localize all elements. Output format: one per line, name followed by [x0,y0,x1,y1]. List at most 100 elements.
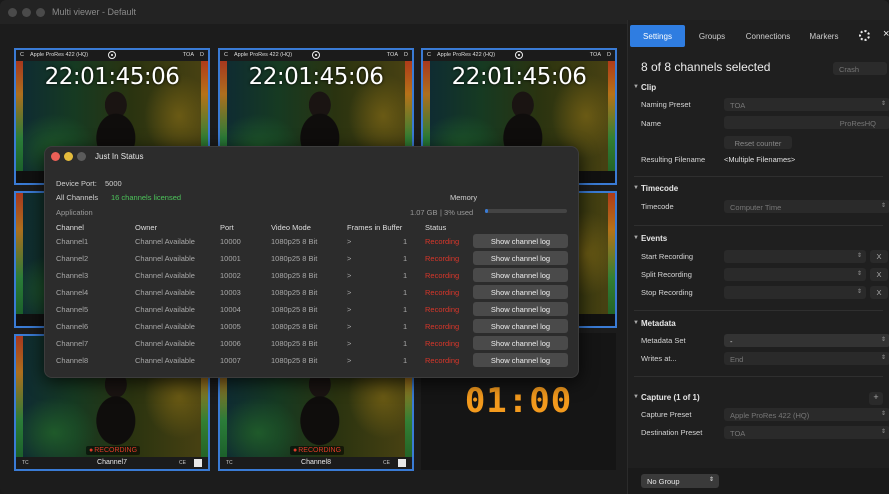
timecode-label: Timecode [641,202,674,211]
chevron-down-icon: ▼ [633,394,639,400]
memory-used: | 3% used [440,208,474,217]
minimize-window-button[interactable] [22,8,31,17]
col-status: Status [425,223,447,232]
start-recording-label: Start Recording [641,252,694,261]
table-row: Channel6 Channel Available 10005 1080p25… [45,318,580,335]
add-capture-button[interactable]: + [869,392,883,405]
show-channel-log-button[interactable]: Show channel log [473,285,568,299]
timecode-overlay: 22:01:45:06 [451,64,587,90]
section-metadata[interactable]: ▼ Metadata [628,319,889,333]
dialog-title-bar: Just In Status [45,147,578,167]
expand-arrow-icon[interactable]: > [347,305,351,314]
timecode-select[interactable]: Computer Time ⇕ [724,200,889,213]
row-port: 10000 [220,237,241,246]
name-field[interactable]: ProResHQ [724,116,889,129]
updown-icon: ⇕ [880,203,886,209]
tab-groups[interactable]: Groups [691,25,733,47]
expand-arrow-icon[interactable]: > [347,288,351,297]
updown-icon: ⇕ [856,289,862,295]
show-channel-log-button[interactable]: Show channel log [473,319,568,333]
row-frames: 1 [403,254,408,263]
expand-arrow-icon[interactable]: > [347,237,351,246]
row-frames: 1 [403,305,408,314]
destination-preset-select[interactable]: TOA ⇕ [724,426,889,439]
recording-badge: RECORDING [86,446,141,455]
tile-format: Apple ProRes 422 (HQ) [234,52,293,58]
capture-preset-select[interactable]: Apple ProRes 422 (HQ) ⇕ [724,408,889,421]
device-port-value: 5000 [105,179,122,188]
expand-arrow-icon[interactable]: > [347,339,351,348]
row-frames: 1 [403,237,408,246]
naming-preset-label: Naming Preset [641,100,691,109]
row-channel: Channel1 [56,237,89,246]
expand-arrow-icon[interactable]: > [347,322,351,331]
clear-split-button[interactable]: X [870,268,888,281]
show-channel-log-button[interactable]: Show channel log [473,336,568,350]
tab-markers[interactable]: Markers [803,25,845,47]
dialog-minimize-button[interactable] [64,152,73,161]
section-timecode[interactable]: ▼ Timecode [628,184,889,198]
writes-at-select[interactable]: End ⇕ [724,352,889,365]
divider [634,225,883,226]
reset-counter-button[interactable]: Reset counter [724,136,792,149]
dialog-close-button[interactable] [51,152,60,161]
updown-icon: ⇕ [880,101,886,107]
memory-value: 1.07 GB [410,208,438,217]
capture-preset-label: Capture Preset [641,410,692,419]
record-icon[interactable] [515,51,523,59]
col-frames: Frames in Buffer [347,223,403,232]
tile-flag: D [607,52,611,58]
row-status: Recording [425,288,460,297]
clear-stop-button[interactable]: X [870,286,888,299]
audio-icon[interactable] [194,459,202,467]
gear-icon[interactable] [859,30,870,41]
memory-bar-fill [485,209,489,213]
tab-settings[interactable]: Settings [630,25,685,47]
show-channel-log-button[interactable]: Show channel log [473,353,568,367]
naming-preset-select[interactable]: TOA ⇕ [724,98,889,111]
expand-arrow-icon[interactable]: > [347,356,351,365]
section-events[interactable]: ▼ Events [628,234,889,248]
audio-icon[interactable] [398,459,406,467]
show-channel-log-button[interactable]: Show channel log [473,302,568,316]
row-frames: 1 [403,271,408,280]
record-icon[interactable] [108,51,116,59]
row-frames: 1 [403,288,408,297]
application-label: Application [56,208,93,217]
split-recording-select[interactable]: ⇕ [724,268,866,281]
expand-arrow-icon[interactable]: > [347,254,351,263]
expand-arrow-icon[interactable]: > [347,271,351,280]
naming-preset-value: TOA [730,101,746,110]
metadata-set-select[interactable]: - ⇕ [724,334,889,347]
group-select[interactable]: No Group ⇕ [641,474,719,488]
table-row: Channel5 Channel Available 10004 1080p25… [45,301,580,318]
show-channel-log-button[interactable]: Show channel log [473,268,568,282]
row-channel: Channel6 [56,322,89,331]
row-frames: 1 [403,322,408,331]
show-channel-log-button[interactable]: Show channel log [473,234,568,248]
start-recording-select[interactable]: ⇕ [724,250,866,263]
clear-start-button[interactable]: X [870,250,888,263]
dialog-zoom-button[interactable] [77,152,86,161]
selection-title: 8 of 8 channels selected [641,60,771,74]
zoom-window-button[interactable] [36,8,45,17]
status-dialog: Just In Status Device Port: 5000 All Cha… [44,146,579,378]
close-icon[interactable]: × [883,28,889,40]
section-clip[interactable]: ▼ Clip [628,83,889,97]
crash-select[interactable]: Crash [833,62,887,75]
tile-format: Apple ProRes 422 (HQ) [437,52,496,58]
recording-badge: RECORDING [290,446,345,455]
row-owner: Channel Available [135,305,195,314]
row-frames: 1 [403,339,408,348]
section-capture[interactable]: ▼ Capture (1 of 1) [628,393,889,407]
record-icon[interactable] [312,51,320,59]
tab-connections[interactable]: Connections [740,25,796,47]
stop-recording-select[interactable]: ⇕ [724,286,866,299]
show-channel-log-button[interactable]: Show channel log [473,251,568,265]
col-channel: Channel [56,223,84,232]
row-owner: Channel Available [135,271,195,280]
app-window: Multi viewer - Default C Apple ProRes 42… [0,0,889,494]
row-mode: 1080p25 8 Bit [271,356,318,365]
close-window-button[interactable] [8,8,17,17]
channel-tag: C [224,52,228,58]
